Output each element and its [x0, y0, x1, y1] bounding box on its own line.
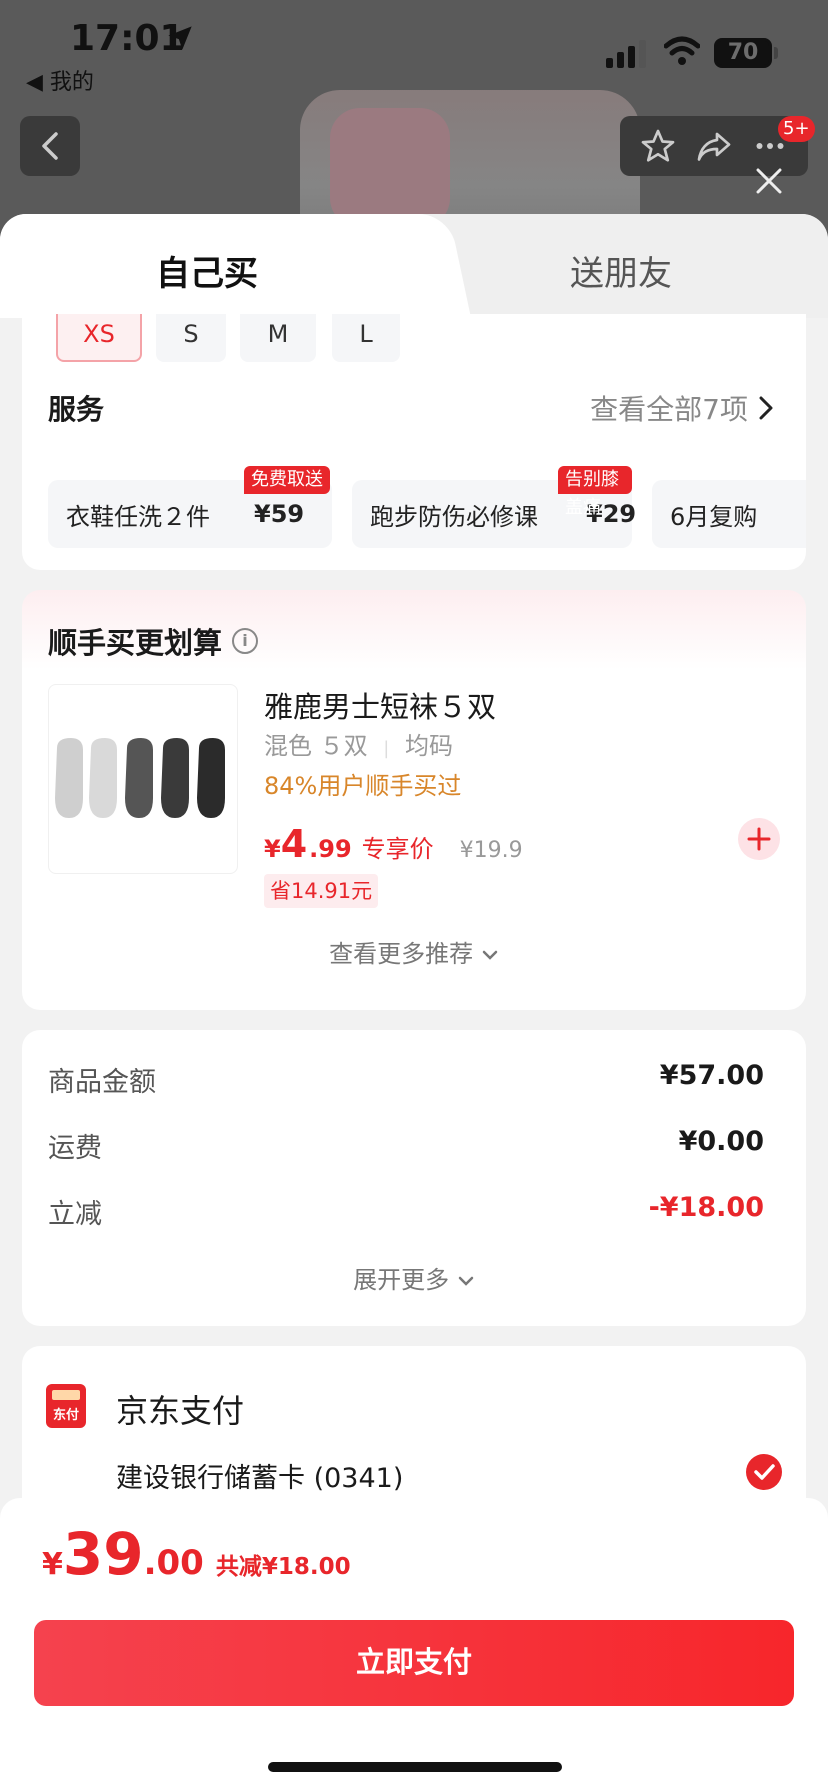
price-currency: ¥	[264, 835, 281, 863]
checkmark-icon	[754, 1464, 775, 1480]
size-option-s[interactable]: S	[156, 314, 226, 362]
total-decimal: .00	[143, 1543, 204, 1583]
expand-more-label: 展开更多	[353, 1266, 450, 1294]
product-spec-color: 混色 ５双	[264, 732, 368, 760]
star-icon[interactable]	[640, 128, 676, 164]
info-icon[interactable]: i	[232, 628, 259, 654]
service-item-repurchase[interactable]: 6月复购	[652, 480, 806, 548]
chevron-right-icon	[759, 396, 773, 420]
service-item-name: 衣鞋任洗２件	[66, 502, 210, 531]
product-price: ¥ 4 .99 专享价 ¥19.9	[264, 822, 523, 866]
product-image-cuff	[330, 108, 450, 228]
service-item-tag: 告别膝盖痛	[558, 466, 632, 518]
service-item-name: 跑步防伤必修课	[370, 502, 538, 531]
plus-icon	[747, 827, 771, 851]
jd-pay-icon-stripe	[52, 1390, 80, 1400]
shipping-label: 运费	[48, 1133, 102, 1164]
product-bought-rate: 84%用户顺手买过	[264, 772, 462, 800]
size-option-m[interactable]: M	[240, 314, 316, 362]
chevron-left-icon	[42, 132, 58, 160]
price-integer: 4	[280, 822, 308, 866]
savings-badge: 省14.91元	[264, 874, 379, 908]
service-item-name: 6月复购	[670, 502, 758, 531]
selected-check-icon[interactable]	[746, 1454, 782, 1490]
tab-self-buy-label[interactable]: 自己买	[156, 246, 258, 295]
chevron-down-icon	[458, 1276, 474, 1286]
battery-indicator: 70	[714, 38, 772, 68]
total-integer: 39	[62, 1520, 144, 1588]
product-name[interactable]: 雅鹿男士短袜５双	[264, 684, 496, 726]
size-service-card: XS S M L 服务 查看全部7项 衣鞋任洗２件 ¥59 免费取送 跑步防伤必…	[22, 314, 806, 570]
close-icon[interactable]	[754, 166, 784, 196]
product-thumbnail[interactable]	[48, 684, 238, 874]
back-to-app-link[interactable]: ◀ 我的	[26, 64, 94, 96]
service-item-price: ¥59	[254, 500, 305, 528]
expand-more-link[interactable]: 展开更多	[22, 1260, 806, 1295]
home-indicator[interactable]	[268, 1762, 562, 1772]
discount-value: -¥18.00	[648, 1192, 764, 1223]
original-price: ¥19.9	[459, 838, 523, 863]
goods-amount-value: ¥57.00	[659, 1060, 764, 1091]
back-button[interactable]	[20, 116, 80, 176]
chevron-down-icon	[482, 950, 498, 960]
price-label: 专享价	[361, 835, 434, 863]
amount-summary-card: 商品金额 ¥57.00 运费 ¥0.00 立减 -¥18.00 展开更多	[22, 1030, 806, 1326]
status-bar: 17:01 ◀ 我的 70	[0, 0, 828, 95]
cellular-signal-icon	[606, 40, 646, 68]
addon-card: 顺手买更划算 i 雅鹿男士短袜５双 混色 ５双 | 均码 84%用户顺手买过 ¥	[22, 590, 806, 1010]
goods-amount-row: 商品金额 ¥57.00	[48, 1060, 764, 1099]
discount-row: 立减 -¥18.00	[48, 1192, 764, 1231]
service-list: 衣鞋任洗２件 ¥59 免费取送 跑步防伤必修课 ¥29 告别膝盖痛 6月复购	[48, 466, 806, 548]
socks-image	[55, 738, 225, 818]
pay-now-button[interactable]: 立即支付	[34, 1620, 794, 1706]
more-recommendations-label: 查看更多推荐	[329, 940, 474, 968]
bank-card-option[interactable]: 建设银行储蓄卡 (0341)	[116, 1456, 403, 1495]
jd-pay-icon: 东付	[46, 1384, 86, 1428]
cart-badge: 5+	[778, 116, 815, 142]
service-view-all-label: 查看全部7项	[590, 393, 748, 426]
more-recommendations-link[interactable]: 查看更多推荐	[22, 934, 806, 969]
tab-gift[interactable]: 送朋友	[570, 246, 672, 295]
price-decimal: .99	[309, 835, 352, 863]
payment-method-name: 京东支付	[116, 1392, 245, 1430]
shipping-row: 运费 ¥0.00	[48, 1126, 764, 1165]
service-view-all[interactable]: 查看全部7项	[590, 388, 774, 428]
battery-tip	[774, 47, 778, 59]
wifi-icon	[664, 36, 700, 65]
share-icon[interactable]	[696, 128, 732, 164]
product-spec: 混色 ５双 | 均码	[264, 732, 453, 760]
product-spec-size: 均码	[405, 732, 453, 760]
jd-pay-icon-text: 东付	[52, 1408, 79, 1423]
shipping-value: ¥0.00	[678, 1126, 764, 1157]
goods-amount-label: 商品金额	[48, 1067, 156, 1098]
size-option-xs[interactable]: XS	[56, 314, 142, 362]
addon-title: 顺手买更划算 i	[48, 620, 259, 662]
total-reduction[interactable]: 共减¥18.00	[216, 1547, 351, 1581]
location-arrow-icon	[168, 26, 192, 50]
total-price: ¥ 39 .00 共减¥18.00	[42, 1520, 351, 1588]
service-item-laundry[interactable]: 衣鞋任洗２件 ¥59 免费取送	[48, 466, 332, 548]
checkout-bar: ¥ 39 .00 共减¥18.00 立即支付	[0, 1498, 828, 1792]
add-to-order-button[interactable]	[738, 818, 780, 860]
total-currency: ¥	[42, 1547, 63, 1582]
size-option-l[interactable]: L	[332, 314, 400, 362]
discount-label: 立减	[48, 1199, 102, 1230]
service-title: 服务	[48, 393, 105, 426]
addon-title-text: 顺手买更划算	[48, 626, 223, 660]
service-item-running-course[interactable]: 跑步防伤必修课 ¥29 告别膝盖痛	[352, 466, 636, 548]
buy-mode-tabs: 自己买 送朋友	[0, 214, 828, 318]
service-item-tag: 免费取送	[244, 466, 330, 494]
